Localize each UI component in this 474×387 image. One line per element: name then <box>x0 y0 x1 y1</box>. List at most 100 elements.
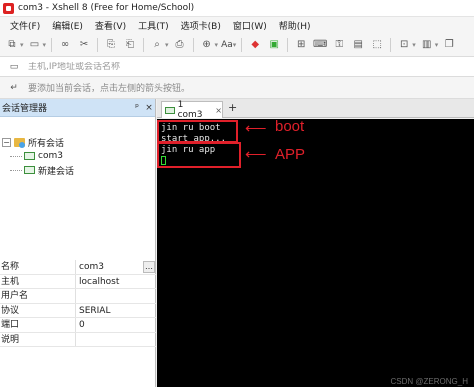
open-folder-icon[interactable]: ▭ <box>27 37 43 53</box>
toolbar-divider <box>143 37 145 52</box>
find-icon[interactable]: ⌕ <box>149 37 165 53</box>
terminal[interactable]: jin ru boot start app... jin ru app ⟵ bo… <box>157 118 474 387</box>
prop-value: 0 <box>79 320 85 330</box>
app-highlight-box <box>157 142 241 168</box>
menu-bar: 文件(F) 编辑(E) 查看(V) 工具(T) 选项卡(B) 窗口(W) 帮助(… <box>0 17 474 33</box>
collapse-icon[interactable]: − <box>2 137 11 147</box>
chevron-down-icon[interactable]: ▾ <box>165 41 169 49</box>
menu-view[interactable]: 查看(V) <box>89 19 132 32</box>
fullscreen-icon[interactable]: ⬚ <box>369 37 385 53</box>
prop-key: 名称 <box>0 260 76 274</box>
font-button[interactable]: Aa <box>221 40 233 50</box>
prop-row-description[interactable]: 说明 <box>0 332 156 347</box>
lock-icon[interactable]: ⚿ <box>331 37 347 53</box>
menu-file[interactable]: 文件(F) <box>4 19 46 32</box>
chevron-down-icon[interactable]: ▾ <box>43 41 47 49</box>
session-properties: 名称 com3 … 主机 localhost 用户名 协议 SERIAL 端口 0… <box>0 260 156 347</box>
prop-value <box>76 289 156 303</box>
bookmark-icon[interactable]: ▭ <box>6 59 22 75</box>
prop-row-name[interactable]: 名称 com3 … <box>0 260 156 275</box>
reconnect-icon[interactable]: ∞ <box>57 37 73 53</box>
tab-label: 1 com3 <box>177 100 203 120</box>
chevron-down-icon[interactable]: ▾ <box>215 41 219 49</box>
tab-com3[interactable]: 1 com3 × <box>161 100 223 120</box>
add-session-arrow-icon[interactable]: ↵ <box>6 80 22 96</box>
toolbar-divider <box>97 37 99 52</box>
prop-value: SERIAL <box>79 305 111 316</box>
toolbar-divider <box>192 37 194 52</box>
script-icon[interactable]: ⊞ <box>293 37 309 53</box>
chevron-down-icon[interactable]: ▾ <box>20 41 24 49</box>
tree-root-label: 所有会话 <box>28 138 65 149</box>
session-manager-title: 会话管理器 <box>2 104 48 114</box>
paste-icon[interactable]: ⎗ <box>122 37 138 53</box>
tree-item-new-session[interactable]: 新建会话 <box>0 163 155 177</box>
title-bar: com3 - Xshell 8 (Free for Home/School) <box>0 0 474 17</box>
prop-value <box>76 333 156 347</box>
app-annotation: APP <box>275 146 306 163</box>
close-icon[interactable]: × <box>215 106 222 115</box>
toolbar-divider <box>287 37 289 52</box>
prop-value: com3 … <box>76 260 156 274</box>
keyboard-icon[interactable]: ⌨ <box>312 37 328 53</box>
prop-row-port[interactable]: 端口 0 <box>0 318 156 333</box>
toolbar: ⧉ ▾ ▭ ▾ ∞ ✂ ⎘ ⎗ ⌕ ▾ ⎙ ⊕ ▾ Aa ▾ ◆ ▣ ⊞ ⌨ ⚿ ▤ ⬚ … <box>0 33 474 57</box>
prop-row-host[interactable]: 主机 localhost <box>0 274 156 289</box>
menu-window[interactable]: 窗口(W) <box>227 19 273 32</box>
menu-help[interactable]: 帮助(H) <box>273 19 317 32</box>
prop-row-protocol[interactable]: 协议 SERIAL <box>0 303 156 318</box>
tree-connector <box>10 169 22 171</box>
session-manager-panel: 会话管理器 ᵖ × − 所有会话 com3 新建会话 名称 com3 … 主机 l… <box>0 99 156 387</box>
prop-key: 主机 <box>0 274 76 288</box>
prop-key: 说明 <box>0 332 76 346</box>
new-session-icon[interactable]: ⧉ <box>4 37 20 53</box>
prop-key: 协议 <box>0 303 76 317</box>
menu-edit[interactable]: 编辑(E) <box>46 19 89 32</box>
host-input[interactable] <box>28 61 428 72</box>
globe-icon[interactable]: ⊕ <box>199 37 215 53</box>
chevron-down-icon[interactable]: ▾ <box>233 41 237 49</box>
serial-session-icon <box>24 152 35 160</box>
prop-key: 用户名 <box>0 289 76 303</box>
print-icon[interactable]: ⎙ <box>172 37 188 53</box>
app-arrow-icon: ⟵ <box>245 146 267 163</box>
chevron-down-icon[interactable]: ▾ <box>435 41 439 49</box>
more-button[interactable]: … <box>143 261 155 273</box>
close-icon[interactable]: × <box>143 103 155 113</box>
tree-item-label: 新建会话 <box>38 166 75 177</box>
menu-tabs[interactable]: 选项卡(B) <box>175 19 227 32</box>
session-icon <box>24 166 35 174</box>
xftp-icon[interactable]: ◆ <box>247 37 263 53</box>
help-icon[interactable]: ❐ <box>441 37 457 53</box>
session-manager-header: 会话管理器 ᵖ × <box>0 99 155 117</box>
tree-connector <box>10 155 22 157</box>
chevron-down-icon[interactable]: ▾ <box>412 41 416 49</box>
copy-icon[interactable]: ⎘ <box>103 37 119 53</box>
menu-tools[interactable]: 工具(T) <box>132 19 175 32</box>
disconnect-icon[interactable]: ✂ <box>76 37 92 53</box>
serial-session-icon <box>165 106 175 114</box>
window-title: com3 - Xshell 8 (Free for Home/School) <box>18 3 195 13</box>
tree-item-com3[interactable]: com3 <box>0 149 155 163</box>
pin-icon[interactable]: ᵖ <box>131 103 143 113</box>
prop-value: localhost <box>79 276 120 287</box>
layout-icon[interactable]: ▥ <box>419 37 435 53</box>
prop-key: 端口 <box>0 318 76 332</box>
boot-highlight-box <box>157 120 238 143</box>
xshell-app-icon <box>3 2 14 14</box>
tab-add-icon[interactable]: ⊡ <box>396 37 412 53</box>
hint-bar: ↵ 要添加当前会话，点击左侧的箭头按钮。 <box>0 77 474 99</box>
boot-annotation: boot <box>275 118 305 135</box>
prop-value-text: com3 <box>79 262 104 272</box>
session-tabs: 1 com3 × + <box>157 99 474 120</box>
toolbar-divider <box>241 37 243 52</box>
add-tab-button[interactable]: + <box>228 101 237 114</box>
address-bar: ▭ <box>0 57 474 77</box>
transfer-icon[interactable]: ▣ <box>266 37 282 53</box>
session-tree: − 所有会话 com3 新建会话 <box>0 117 155 177</box>
hint-text: 要添加当前会话，点击左侧的箭头按钮。 <box>28 84 191 94</box>
tree-item-label: com3 <box>38 151 63 161</box>
tree-root-all-sessions[interactable]: − 所有会话 <box>0 135 155 149</box>
prop-row-username[interactable]: 用户名 <box>0 289 156 304</box>
compose-icon[interactable]: ▤ <box>350 37 366 53</box>
